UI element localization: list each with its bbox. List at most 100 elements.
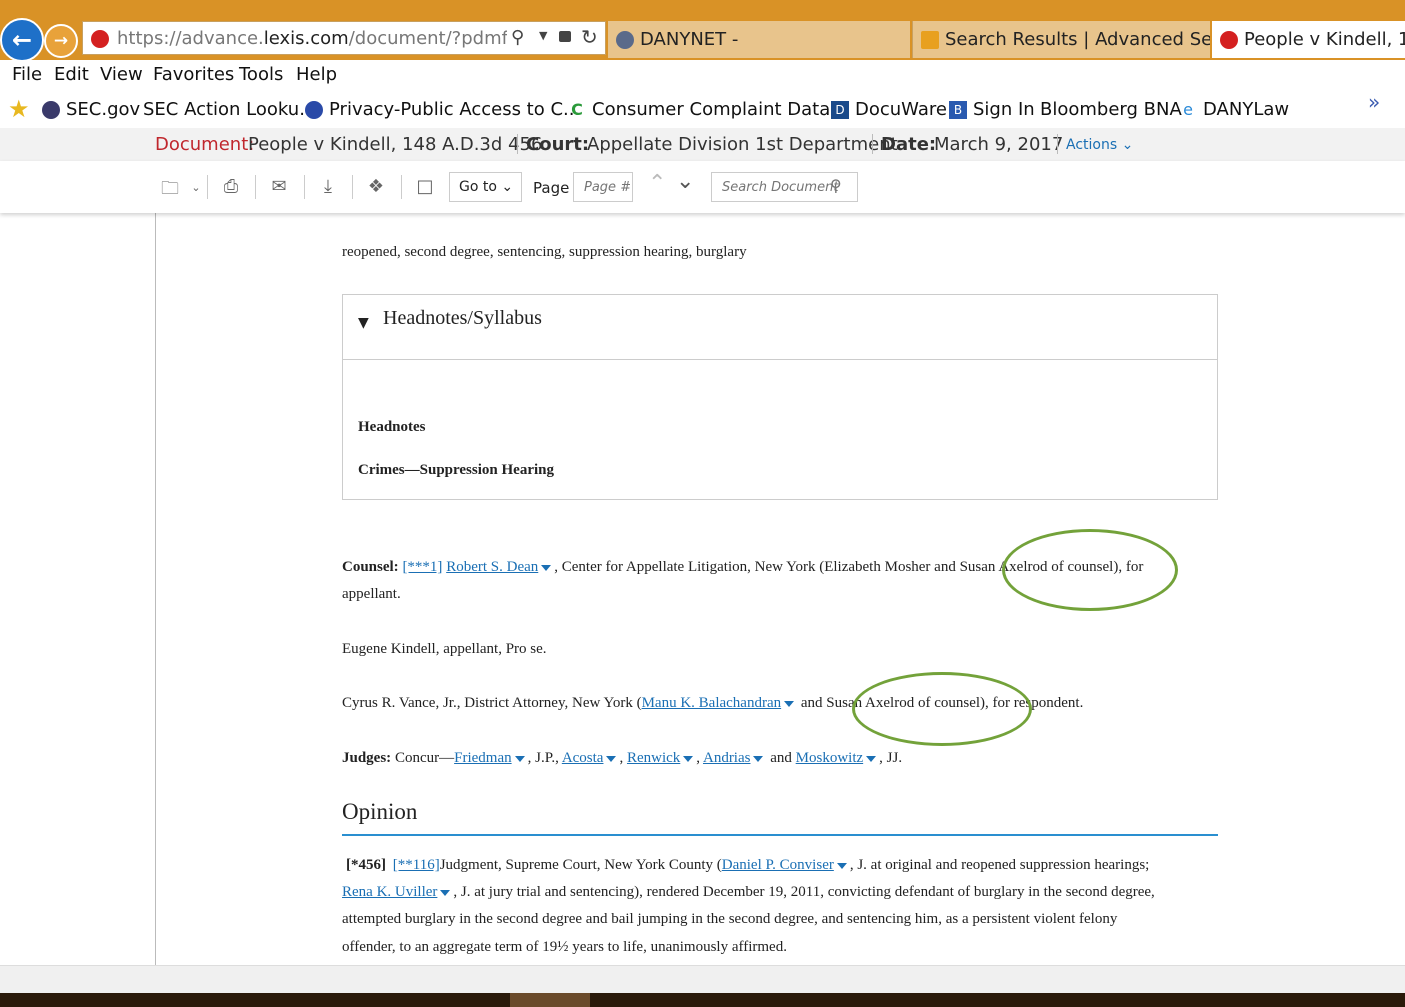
browser-titlebar: ← → https://advance.lexis.com/document/?… — [0, 0, 1405, 62]
dropdown-arrow-icon[interactable] — [836, 862, 847, 869]
judge-renwick-link[interactable]: Renwick — [627, 750, 680, 766]
back-button[interactable]: ← — [0, 18, 44, 62]
opinion-heading: Opinion — [342, 799, 418, 824]
taskbar — [0, 993, 1405, 1007]
dropbox-icon[interactable]: ❖ — [363, 176, 389, 198]
bloomberg-icon: B — [949, 100, 967, 119]
judge-andrias-link[interactable]: Andrias — [703, 750, 751, 766]
address-url: https://advance.lexis.com/document/?pdmf… — [117, 27, 507, 49]
dropdown-arrow-icon[interactable] — [514, 755, 525, 762]
tab-danynet[interactable]: DANYNET - — [608, 21, 910, 58]
pro-se-text: Eugene Kindell, appellant, Pro se. — [342, 641, 547, 657]
seal-icon — [616, 30, 634, 49]
judge-friedman-link[interactable]: Friedman — [454, 750, 512, 766]
site-favicon-icon — [91, 30, 109, 48]
opinion-ref-link[interactable]: [**116] — [393, 857, 440, 873]
taskbar-item[interactable] — [510, 993, 590, 1007]
download-icon[interactable]: ⤓ — [315, 176, 341, 198]
headnotes-topic: Crimes—Suppression Hearing — [358, 462, 554, 478]
judge-acosta-link[interactable]: Acosta — [562, 750, 604, 766]
forward-button[interactable]: → — [44, 24, 78, 58]
dropdown-arrow-icon[interactable] — [866, 755, 877, 762]
docuware-icon: D — [831, 100, 849, 119]
opinion-line4: offender, to an aggregate term of 19½ ye… — [342, 939, 787, 955]
refresh-icon[interactable]: ↻ — [581, 25, 598, 49]
conviser-link[interactable]: Daniel P. Conviser — [722, 857, 834, 873]
folder-dropdown-icon[interactable]: ⌄ — [183, 181, 209, 203]
dropdown-icon[interactable]: ▼ — [539, 29, 547, 42]
judges-paragraph: Judges: Concur—Friedman, J.P., Acosta, R… — [342, 750, 903, 766]
fav-sec-gov[interactable]: SEC.gov — [42, 99, 140, 120]
date-label: Date: — [881, 134, 937, 155]
dropdown-arrow-icon[interactable] — [440, 889, 451, 896]
tab-people-v-kindell[interactable]: People v Kindell, 148 — [1212, 21, 1405, 58]
page-number-input[interactable] — [573, 172, 633, 202]
search-icon[interactable]: ⚲ — [830, 176, 842, 195]
date-value: March 9, 2017 — [934, 134, 1064, 155]
full-screen-icon[interactable]: □ — [412, 176, 438, 198]
annotation-circle-respondent — [852, 672, 1032, 746]
counsel-ref-link[interactable]: [***1] — [402, 559, 442, 575]
headnotes-heading: Headnotes — [358, 419, 426, 435]
menu-tools[interactable]: Tools — [239, 64, 283, 85]
headnotes-title: Headnotes/Syllabus — [383, 307, 542, 329]
dropdown-arrow-icon[interactable] — [683, 755, 694, 762]
uviller-link[interactable]: Rena K. Uviller — [342, 884, 437, 900]
previous-page-icon[interactable]: ⌃ — [648, 171, 666, 196]
annotation-circle-counsel — [1002, 529, 1178, 611]
left-margin-rule — [155, 213, 156, 965]
fav-consumer-complaint[interactable]: C Consumer Complaint Data... — [568, 99, 847, 120]
fav-sign-in[interactable]: B Sign In — [949, 99, 1035, 120]
actions-menu[interactable]: Actions ⌄ — [1066, 137, 1133, 153]
search-icon[interactable]: ⚲ — [511, 27, 524, 48]
goto-dropdown[interactable]: Go to ⌄ — [449, 172, 522, 202]
menu-help[interactable]: Help — [296, 64, 337, 85]
cfpb-icon: C — [571, 99, 583, 119]
opinion-line3: attempted burglary in the second degree … — [342, 911, 1118, 927]
court-value: Appellate Division 1st Department — [587, 134, 898, 155]
menu-bar: File Edit View Favorites Tools Help — [0, 60, 1405, 90]
tab-search-results[interactable]: Search Results | Advanced Searc... — [912, 21, 1210, 58]
fav-privacy[interactable]: Privacy-Public Access to C... — [305, 99, 580, 120]
caret-down-icon: ▼ — [358, 315, 369, 331]
menu-view[interactable]: View — [100, 64, 143, 85]
favorites-bar: ★ SEC.gov SEC Action Looku... Privacy-Pu… — [0, 90, 1405, 129]
menu-file[interactable]: File — [12, 64, 42, 85]
dropdown-arrow-icon[interactable] — [606, 755, 617, 762]
favorites-star-icon[interactable]: ★ — [8, 95, 30, 123]
balachandran-link[interactable]: Manu K. Balachandran — [642, 695, 782, 711]
counsel-line2: appellant. — [342, 586, 401, 602]
fav-sec-action[interactable]: SEC Action Looku... — [143, 99, 316, 120]
print-icon[interactable]: ⎙ — [218, 176, 244, 198]
dropdown-arrow-icon[interactable] — [541, 564, 552, 571]
fav-danylaw[interactable]: e DANYLaw — [1179, 99, 1289, 120]
menu-edit[interactable]: Edit — [54, 64, 89, 85]
headnotes-panel: ▼ Headnotes/Syllabus Headnotes Crimes—Su… — [342, 294, 1218, 500]
dropdown-arrow-icon[interactable] — [784, 700, 795, 707]
folder-icon[interactable]: 🗀 — [157, 176, 183, 199]
counsel-name-link[interactable]: Robert S. Dean — [446, 559, 538, 575]
more-favorites-icon[interactable]: » — [1368, 90, 1380, 114]
privacy-icon — [305, 100, 323, 119]
lock-icon — [559, 31, 571, 42]
opinion-rule — [342, 834, 1218, 836]
address-bar[interactable]: https://advance.lexis.com/document/?pdmf… — [82, 21, 606, 55]
document-info-bar: Document: People v Kindell, 148 A.D.3d 4… — [0, 128, 1405, 162]
fav-docuware[interactable]: D DocuWare — [831, 99, 947, 120]
opinion-line2: Rena K. Uviller, J. at jury trial and se… — [342, 884, 1155, 900]
document-toolbar: 🗀 ⌄ ⎙ ✉ ⤓ ❖ □ Go to ⌄ Page ⌃ ⌄ ⚲ — [0, 161, 1405, 213]
menu-favorites[interactable]: Favorites — [153, 64, 234, 85]
fav-bloomberg-bna[interactable]: Bloomberg BNA — [1040, 99, 1182, 120]
westlaw-icon — [921, 30, 939, 49]
email-icon[interactable]: ✉ — [266, 176, 292, 198]
keywords-text: reopened, second degree, sentencing, sup… — [342, 244, 747, 260]
chevron-down-icon: ⌄ — [1117, 137, 1134, 153]
dropdown-arrow-icon[interactable] — [753, 755, 764, 762]
opinion-line1: [*456] [**116]Judgment, Supreme Court, N… — [346, 857, 1150, 873]
headnotes-toggle[interactable]: ▼ Headnotes/Syllabus — [343, 295, 1217, 360]
court-label: Court: — [526, 134, 590, 155]
judge-moskowitz-link[interactable]: Moskowitz — [796, 750, 864, 766]
lexis-icon — [1220, 30, 1238, 49]
chevron-down-icon: ⌄ — [496, 179, 514, 195]
next-page-icon[interactable]: ⌄ — [676, 169, 694, 194]
